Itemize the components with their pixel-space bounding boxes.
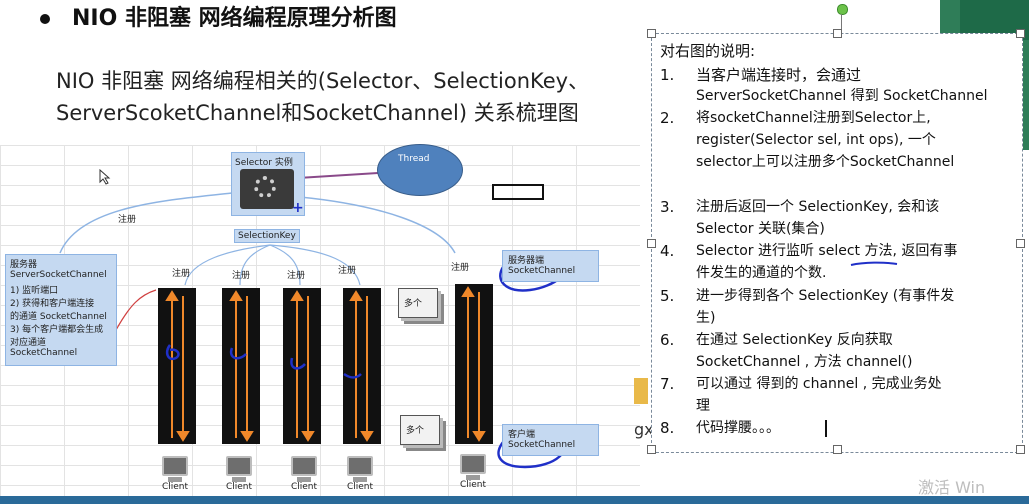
client-computer: Client (453, 454, 493, 490)
computer-icon (460, 454, 486, 474)
taskbar (0, 496, 1029, 504)
activation-watermark: 激活 Win (918, 478, 986, 497)
resize-handle[interactable] (1016, 239, 1025, 248)
explanation-textbox[interactable]: 对右图的说明: 1. 当客户端连接时，会通过 ServerSocketChann… (647, 29, 1025, 454)
computer-icon (347, 456, 373, 476)
resize-handle[interactable] (1016, 29, 1025, 38)
computer-icon (226, 456, 252, 476)
client-side-socketchannel: 客户端 SocketChannel (502, 424, 599, 456)
folder-icon (634, 378, 648, 404)
resize-handle[interactable] (647, 29, 656, 38)
text-cursor (825, 420, 827, 437)
client-computer: Client (284, 456, 324, 492)
client-computer: Client (340, 456, 380, 492)
note-title: 对右图的说明: (660, 42, 756, 60)
resize-handle[interactable] (647, 239, 656, 248)
computer-icon (162, 456, 188, 476)
mouse-cursor-icon (99, 169, 111, 185)
server-side-socketchannel: 服务器端 SocketChannel (502, 250, 599, 282)
rotate-handle[interactable] (837, 4, 848, 15)
resize-handle[interactable] (833, 445, 842, 454)
many-stack-bottom: 多个 (400, 415, 440, 445)
select-underline (850, 261, 898, 266)
computer-icon (291, 456, 317, 476)
resize-handle[interactable] (647, 445, 656, 454)
client-computer: Client (155, 456, 195, 492)
resize-handle[interactable] (1016, 445, 1025, 454)
client-computer: Client (219, 456, 259, 492)
many-stack-top: 多个 (398, 288, 438, 318)
resize-handle[interactable] (833, 29, 842, 38)
